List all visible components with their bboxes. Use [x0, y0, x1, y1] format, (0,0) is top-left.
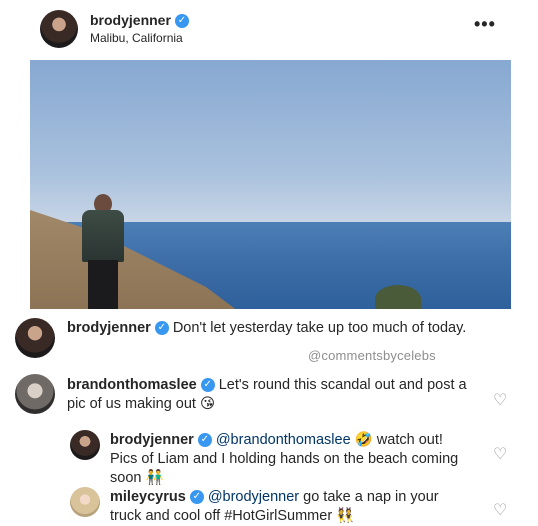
comment-username[interactable]: brandonthomaslee	[67, 377, 197, 393]
post-photo[interactable]	[30, 60, 511, 309]
reply-item: mileycyrus ✓ @brodyjenner go take a nap i…	[110, 488, 470, 526]
comment-avatar[interactable]	[15, 374, 55, 414]
comment-item: brandonthomaslee ✓ Let's round this scand…	[67, 376, 467, 414]
verified-icon: ✓	[197, 433, 212, 448]
post-author-row: brodyjenner ✓	[90, 12, 189, 30]
verified-icon: ✓	[154, 321, 169, 336]
like-heart-icon[interactable]: ♡	[493, 500, 507, 520]
bush-scene	[375, 285, 421, 309]
post-author-username[interactable]: brodyjenner	[90, 12, 171, 28]
reply-mention[interactable]: @brandonthomaslee	[216, 432, 351, 448]
post-author-avatar[interactable]	[40, 10, 78, 48]
caption-avatar[interactable]	[15, 318, 55, 358]
verified-icon: ✓	[174, 13, 189, 28]
watermark-text: @commentsbycelebs	[308, 348, 436, 363]
reply-avatar[interactable]	[70, 487, 100, 517]
verified-icon: ✓	[189, 490, 204, 505]
reply-username[interactable]: brodyjenner	[110, 432, 194, 448]
reply-username[interactable]: mileycyrus	[110, 489, 186, 505]
post-location[interactable]: Malibu, California	[90, 31, 183, 45]
caption-text: brodyjenner ✓ Don't let yesterday take up…	[67, 319, 497, 338]
person-body	[82, 210, 124, 262]
reply-mention[interactable]: @brodyjenner	[208, 489, 299, 505]
like-heart-icon[interactable]: ♡	[493, 390, 507, 410]
more-options-icon[interactable]: •••	[474, 14, 496, 35]
reply-item: brodyjenner ✓ @brandonthomaslee 🤣 watch o…	[110, 431, 470, 488]
caption-username[interactable]: brodyjenner	[67, 320, 151, 336]
verified-icon: ✓	[200, 378, 215, 393]
reply-avatar[interactable]	[70, 430, 100, 460]
caption-body: Don't let yesterday take up too much of …	[168, 320, 467, 336]
like-heart-icon[interactable]: ♡	[493, 444, 507, 464]
person-legs	[88, 260, 118, 309]
